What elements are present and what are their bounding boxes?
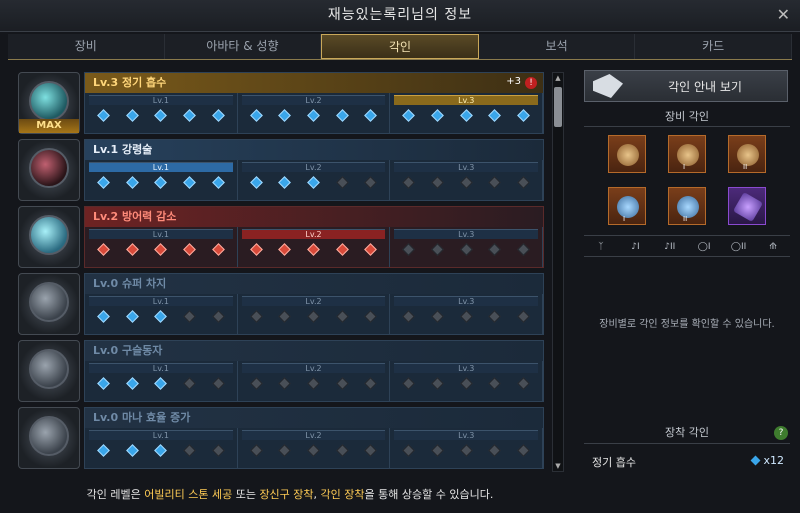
engraving-icon <box>18 340 80 402</box>
equipped-engraving-count: x12 <box>763 454 784 467</box>
level-label: Lv.3 <box>394 296 539 306</box>
bonus-value: +3 <box>506 76 521 87</box>
equipment-engraving-title: 장비 각인 <box>584 108 790 127</box>
necklace-filter-icon[interactable]: ᛉ <box>588 236 614 256</box>
equipped-engraving-name: 정기 흡수 <box>592 456 636 469</box>
level-label: Lv.3 <box>394 229 539 239</box>
tab-bar: 장비 아바타 & 성향 각인 보석 카드 <box>8 34 792 60</box>
engraving-row[interactable]: Lv.0 구슬동자 Lv.1 Lv.2 Lv.3 <box>18 340 544 402</box>
level-label: Lv.1 <box>89 363 233 373</box>
book-icon <box>593 74 623 98</box>
engraving-row[interactable]: Lv.0 마나 효율 증가 Lv.1 Lv.2 Lv.3 <box>18 407 544 469</box>
equipment-grid: I II I II <box>584 135 790 225</box>
earring-2-filter-icon[interactable]: ♪II <box>657 236 683 256</box>
slot-numeral: I <box>683 163 686 171</box>
tab-cards[interactable]: 카드 <box>635 34 792 59</box>
level-label: Lv.1 <box>89 430 233 440</box>
engraving-list: MAX Lv.3 정기 흡수 +3 ! Lv.1 Lv.2 Lv.3 Lv.1 … <box>18 72 544 480</box>
list-scrollbar[interactable]: ▲ ▼ <box>552 72 564 472</box>
earring-2-slot[interactable]: II <box>728 135 766 173</box>
level-label: Lv.1 <box>89 95 233 105</box>
tab-engraving[interactable]: 각인 <box>321 34 479 59</box>
tab-gems[interactable]: 보석 <box>479 34 636 59</box>
footer-highlight: 각인 장착 <box>320 488 365 501</box>
engraving-icon: MAX <box>18 72 80 134</box>
side-panel: 각인 안내 보기 장비 각인 I II I II ᛉ ♪I ♪II ◯I ◯II… <box>584 70 790 480</box>
ring-2-filter-icon[interactable]: ◯II <box>726 236 752 256</box>
engraving-title: Lv.3 정기 흡수 <box>85 73 543 93</box>
footer-hint: 각인 레벨은 어빌리티 스톤 세공 또는 장신구 장착, 각인 장착을 통해 상… <box>20 486 560 502</box>
ring-1-slot[interactable]: I <box>608 187 646 225</box>
earring-1-slot[interactable]: I <box>668 135 706 173</box>
level-label: Lv.3 <box>394 95 539 105</box>
scroll-thumb[interactable] <box>554 87 562 127</box>
tab-avatar[interactable]: 아바타 & 성향 <box>165 34 322 59</box>
equipment-hint: 장비별로 각인 정보를 확인할 수 있습니다. <box>599 319 775 330</box>
footer-text: 각인 레벨은 <box>86 488 145 501</box>
level-label: Lv.2 <box>241 363 386 373</box>
guide-label: 각인 안내 보기 <box>668 79 742 94</box>
ability-stone-slot[interactable] <box>728 187 766 225</box>
close-icon[interactable]: ✕ <box>777 5 790 24</box>
equipped-engraving-title: 장착 각인 <box>665 426 709 439</box>
engraving-row[interactable]: MAX Lv.3 정기 흡수 +3 ! Lv.1 Lv.2 Lv.3 <box>18 72 544 134</box>
level-label: Lv.1 <box>89 162 233 172</box>
level-label: Lv.2 <box>241 296 386 306</box>
ring-2-slot[interactable]: II <box>668 187 706 225</box>
footer-text: , <box>313 488 321 501</box>
engraving-icon <box>18 206 80 268</box>
equipped-engraving-row: 정기 흡수 x12 <box>592 454 784 470</box>
earring-1-filter-icon[interactable]: ♪I <box>622 236 648 256</box>
slot-filter-row: ᛉ ♪I ♪II ◯I ◯II ⟰ <box>584 235 790 257</box>
scroll-up-icon[interactable]: ▲ <box>553 73 563 83</box>
level-label: Lv.1 <box>89 229 233 239</box>
level-label: Lv.2 <box>241 95 386 105</box>
engraving-icon <box>18 139 80 201</box>
level-label: Lv.2 <box>241 430 386 440</box>
level-label: Lv.2 <box>241 229 386 239</box>
engraving-title: Lv.0 마나 효율 증가 <box>85 408 543 428</box>
engraving-icon <box>18 407 80 469</box>
level-label: Lv.2 <box>241 162 386 172</box>
engraving-title: Lv.1 강령술 <box>85 140 543 160</box>
window-title: 재능있는록리님의 정보 <box>327 7 473 23</box>
level-label: Lv.3 <box>394 363 539 373</box>
scroll-down-icon[interactable]: ▼ <box>553 461 563 471</box>
footer-highlight: 장신구 장착 <box>259 488 314 501</box>
footer-text: 또는 <box>232 488 260 501</box>
engraving-icon <box>18 273 80 335</box>
slot-numeral: II <box>743 163 748 171</box>
max-badge: MAX <box>19 119 79 133</box>
slot-numeral: I <box>623 215 626 223</box>
engraving-title: Lv.0 구슬동자 <box>85 341 543 361</box>
warning-icon[interactable]: ! <box>525 77 537 89</box>
level-label: Lv.1 <box>89 296 233 306</box>
title-bar: 재능있는록리님의 정보 ✕ <box>0 0 800 32</box>
engraving-row[interactable]: Lv.1 강령술 Lv.1 Lv.2 Lv.3 <box>18 139 544 201</box>
help-icon[interactable]: ? <box>774 426 788 440</box>
engraving-guide-button[interactable]: 각인 안내 보기 <box>584 70 788 102</box>
slot-numeral: II <box>683 215 688 223</box>
level-label: Lv.3 <box>394 430 539 440</box>
footer-highlight: 어빌리티 스톤 세공 <box>144 488 233 501</box>
equipped-engraving-header: 장착 각인 ? <box>584 422 790 444</box>
engraving-row[interactable]: Lv.0 슈퍼 차지 Lv.1 Lv.2 Lv.3 <box>18 273 544 335</box>
ring-1-filter-icon[interactable]: ◯I <box>691 236 717 256</box>
engraving-title: Lv.0 슈퍼 차지 <box>85 274 543 294</box>
level-label: Lv.3 <box>394 162 539 172</box>
footer-text: 을 통해 상승할 수 있습니다. <box>364 488 494 501</box>
tab-equipment[interactable]: 장비 <box>8 34 165 59</box>
necklace-slot[interactable] <box>608 135 646 173</box>
stone-filter-icon[interactable]: ⟰ <box>760 236 786 256</box>
gem-icon <box>751 455 761 466</box>
engraving-row[interactable]: Lv.2 방어력 감소 Lv.1 Lv.2 Lv.3 <box>18 206 544 268</box>
engraving-title: Lv.2 방어력 감소 <box>85 207 543 227</box>
